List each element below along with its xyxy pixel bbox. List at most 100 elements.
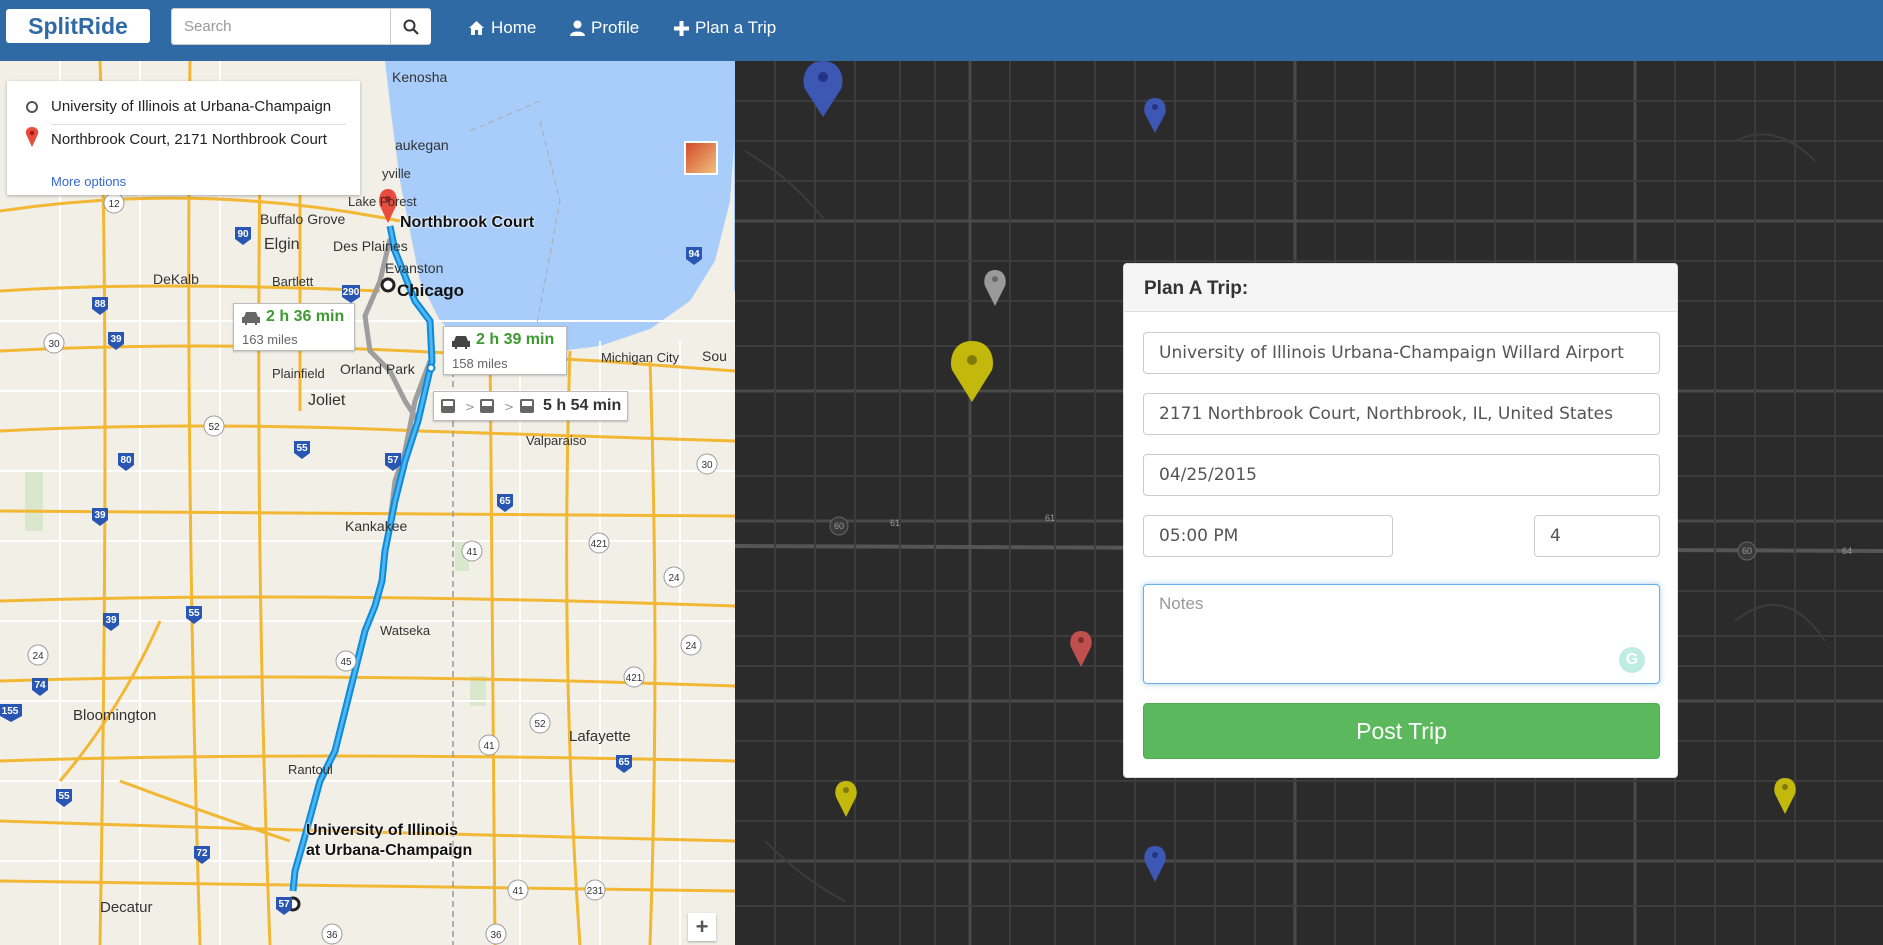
map-label-plainfield: Plainfield	[272, 366, 325, 381]
route-transit-time: 5 h 54 min	[543, 397, 622, 414]
svg-text:>: >	[465, 400, 475, 414]
svg-text:65: 65	[499, 496, 511, 507]
search-box	[171, 8, 431, 45]
notes-placeholder: Notes	[1159, 594, 1204, 613]
svg-text:41: 41	[483, 741, 495, 752]
svg-text:421: 421	[626, 673, 643, 684]
svg-text:72: 72	[196, 848, 208, 859]
map-label-michigan-city: Michigan City	[601, 350, 680, 365]
search-icon	[403, 19, 419, 35]
car-icon	[242, 312, 260, 325]
route-option-1[interactable]: 2 h 36 min 163 miles	[233, 303, 355, 351]
svg-text:55: 55	[58, 791, 70, 802]
svg-text:52: 52	[208, 422, 220, 433]
svg-text:57: 57	[278, 899, 290, 910]
plus-icon	[674, 20, 689, 36]
svg-text:290: 290	[343, 287, 360, 298]
directions-destination[interactable]: Northbrook Court, 2171 Northbrook Court	[51, 131, 346, 148]
map-label-orland-park: Orland Park	[340, 361, 415, 377]
user-icon	[570, 20, 585, 36]
post-trip-button[interactable]: Post Trip	[1143, 703, 1660, 759]
street-map[interactable]: 60 61 61 60 64 Plan A Trip: University o…	[735, 61, 1883, 945]
nav-profile-label: Profile	[591, 18, 640, 37]
car-icon	[452, 336, 470, 349]
svg-text:55: 55	[296, 443, 308, 454]
map-label-watseka: Watseka	[380, 623, 431, 638]
svg-text:60: 60	[834, 521, 844, 531]
route-option-transit[interactable]: > > 5 h 54 min	[433, 391, 628, 421]
notes-textarea[interactable]: Notes G	[1143, 584, 1660, 684]
map-label-kankakee: Kankakee	[345, 518, 408, 534]
svg-text:52: 52	[534, 719, 546, 730]
search-input[interactable]	[172, 9, 390, 44]
directions-origin[interactable]: University of Illinois at Urbana-Champai…	[51, 98, 346, 115]
form-title: Plan A Trip:	[1144, 278, 1249, 299]
svg-text:39: 39	[94, 510, 106, 521]
time-input[interactable]: 05:00 PM	[1143, 515, 1393, 557]
map-label-buffalo-grove: Buffalo Grove	[260, 211, 346, 227]
svg-text:421: 421	[591, 539, 608, 550]
nav-home-link[interactable]: Home	[468, 18, 536, 38]
route-1-time: 2 h 36 min	[266, 308, 345, 325]
map-label-bartlett: Bartlett	[272, 274, 314, 289]
map-label-elgin: Elgin	[264, 236, 300, 253]
nav-plan-trip-link[interactable]: Plan a Trip	[674, 18, 776, 38]
svg-text:39: 39	[110, 334, 122, 345]
grammarly-icon[interactable]: G	[1619, 647, 1645, 673]
svg-text:24: 24	[685, 641, 697, 652]
map-label-origin-2: at Urbana-Champaign	[306, 842, 473, 859]
svg-text:>: >	[504, 400, 514, 414]
from-input[interactable]: University of Illinois Urbana-Champaign …	[1143, 332, 1660, 374]
route-2-time: 2 h 39 min	[476, 331, 555, 348]
destination-pin-icon	[25, 127, 39, 147]
svg-text:60: 60	[1742, 546, 1752, 556]
more-options-link[interactable]: More options	[51, 174, 126, 189]
svg-text:74: 74	[34, 680, 46, 691]
map-label-libertyville: yville	[382, 166, 411, 181]
map-label-lafayette: Lafayette	[569, 728, 631, 745]
nav-home-label: Home	[491, 18, 537, 37]
map-label-waukegan: aukegan	[395, 137, 449, 153]
svg-text:231: 231	[587, 886, 604, 897]
svg-text:90: 90	[237, 229, 249, 240]
route-2-distance: 158 miles	[452, 356, 508, 371]
map-label-joliet: Joliet	[308, 392, 346, 409]
zoom-in-button[interactable]: +	[688, 913, 716, 941]
nav-plan-trip-label: Plan a Trip	[695, 18, 777, 37]
nav-profile-link[interactable]: Profile	[570, 18, 639, 38]
directions-panel: University of Illinois at Urbana-Champai…	[7, 81, 360, 195]
map-label-valparaiso: Valparaiso	[526, 433, 587, 448]
map-label-south: Sou	[702, 348, 727, 364]
svg-text:57: 57	[387, 455, 399, 466]
transit-icons: > >	[441, 399, 534, 414]
svg-text:61: 61	[1045, 513, 1055, 523]
user-avatar[interactable]	[684, 141, 718, 175]
svg-text:24: 24	[668, 573, 680, 584]
svg-text:88: 88	[94, 299, 106, 310]
route-option-2[interactable]: 2 h 39 min 158 miles	[443, 326, 567, 375]
search-button[interactable]	[390, 9, 431, 44]
svg-text:45: 45	[340, 657, 352, 668]
map-label-evanston: Evanston	[385, 260, 444, 276]
svg-text:24: 24	[32, 651, 44, 662]
map-label-bloomington: Bloomington	[73, 707, 157, 724]
route-1-distance: 163 miles	[242, 332, 298, 347]
directions-map[interactable]: 90 290 88 39 80 55 57 39 65 55 39 74 155…	[0, 61, 735, 945]
svg-text:80: 80	[120, 455, 132, 466]
svg-text:65: 65	[618, 757, 630, 768]
date-input[interactable]: 04/25/2015	[1143, 454, 1660, 496]
map-label-rantoul: Rantoul	[288, 762, 333, 777]
map-label-lake-forest: Lake Forest	[348, 194, 417, 209]
brand-logo[interactable]: SplitRide	[6, 9, 150, 43]
seats-input[interactable]: 4	[1534, 515, 1660, 557]
map-label-chicago: Chicago	[397, 281, 465, 300]
map-label-origin-1: University of Illinois	[306, 822, 459, 839]
map-label-kenosha: Kenosha	[392, 69, 448, 85]
svg-text:94: 94	[688, 249, 700, 260]
svg-text:12: 12	[108, 199, 120, 210]
home-icon	[469, 21, 484, 35]
svg-text:30: 30	[701, 460, 713, 471]
plan-trip-form: Plan A Trip: University of Illinois Urba…	[1123, 263, 1678, 778]
to-input[interactable]: 2171 Northbrook Court, Northbrook, IL, U…	[1143, 393, 1660, 435]
svg-text:61: 61	[890, 518, 900, 528]
